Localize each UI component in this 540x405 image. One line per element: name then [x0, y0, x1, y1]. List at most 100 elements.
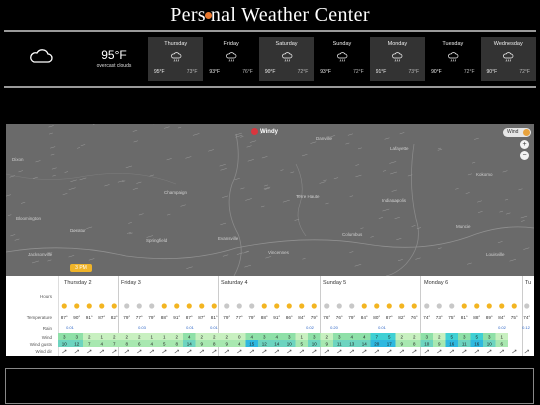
temperature-cell: 79°: [223, 315, 230, 320]
day-high: 90°F: [264, 69, 276, 75]
temperature-cell: 81°: [461, 315, 468, 320]
temperature-cell: 77°: [136, 315, 143, 320]
sun-icon: [174, 303, 180, 309]
day-low: 72°F: [297, 69, 309, 75]
temperature-cell: 80°: [373, 315, 380, 320]
sun-icon: [411, 303, 417, 309]
rain-cell: 0.01: [186, 325, 195, 330]
rain-cell: 0.01: [210, 325, 219, 330]
hourly-grid[interactable]: 87° 90° 91° 87° 82° 79° 77° 79° 88° 91° 87° 87° 81° 7…: [58, 289, 534, 356]
row-label: Wind dir: [35, 349, 52, 354]
city-label: Terre Haute: [296, 194, 320, 199]
sun-icon: [61, 303, 67, 309]
day-header: Friday 3: [121, 280, 141, 286]
temperature-cell: 84°: [298, 315, 305, 320]
wind-arrow-icon: [399, 349, 405, 354]
wind-arrow-icon: [212, 349, 217, 354]
cloud-icon: [436, 303, 442, 309]
temperature-cell: 87°: [186, 315, 193, 320]
day-header: Saturday 4: [221, 280, 248, 286]
temperature-cell: 82°: [111, 315, 118, 320]
time-marker[interactable]: 3 PM: [70, 264, 92, 272]
day-header: Monday 6: [424, 280, 449, 286]
temperature-cell: 79°: [248, 315, 255, 320]
day-name: Thursday: [164, 41, 188, 47]
rain-cloud-icon: [337, 52, 348, 62]
row-label: Temperature: [26, 315, 52, 320]
city-label: Vincennes: [268, 250, 289, 255]
cloud-icon: [236, 303, 242, 309]
gust-cell: 10: [312, 342, 318, 347]
city-label: Jacksonville: [28, 252, 53, 257]
temperature-cell: 84°: [498, 315, 505, 320]
temperature-cell: 74°: [523, 315, 530, 320]
forecast-day: Friday 93°F 76°F: [203, 37, 258, 81]
wind-arrow-icon: [349, 349, 355, 354]
day-header: Thursday 2: [64, 280, 92, 286]
wind-arrow-icon: [374, 349, 380, 354]
sun-icon: [511, 303, 517, 309]
cloud-icon: [249, 303, 255, 309]
city-label: Kokomo: [476, 172, 493, 177]
forecast-day: Thursday 95°F 73°F: [148, 37, 204, 81]
day-low: 76°F: [242, 69, 253, 75]
temperature-cell: 89°: [486, 315, 493, 320]
row-label: Rain: [42, 326, 52, 331]
temperature-cell: 88°: [161, 315, 168, 320]
temperature-cell: 91°: [173, 315, 180, 320]
day-name: Sunday: [332, 41, 352, 47]
wind-arrow-icon: [474, 349, 480, 354]
current-description: overcast clouds: [96, 63, 132, 69]
day-high: 93°F: [209, 69, 221, 75]
windy-map[interactable]: Windy Wind + − Dixon Lafayette Kokomo In…: [6, 124, 534, 276]
temperature-cell: 73°: [436, 315, 443, 320]
temperature-cell: 77°: [236, 315, 243, 320]
wind-arrow-icon: [162, 349, 167, 354]
forecast-day: Sunday 93°F 72°F: [314, 37, 369, 81]
wind-arrow-icon: [224, 349, 230, 354]
zoom-in-button[interactable]: +: [520, 140, 529, 149]
temperature-cell: 75°: [448, 315, 455, 320]
sun-icon: [474, 303, 480, 309]
cloud-icon: [30, 49, 53, 63]
wind-arrow-icon: [449, 349, 455, 354]
current-temperature: 95°F: [101, 48, 127, 62]
temperature-cell: 76°: [323, 315, 330, 320]
gust-cell: 16: [474, 342, 480, 347]
day-header-row: Thursday 2 Friday 3 Saturday 4 Sunday 5 …: [58, 276, 534, 356]
gust-cell: 14: [274, 342, 280, 347]
day-high: 91°F: [375, 69, 387, 75]
temperature-cell: 79°: [311, 315, 318, 320]
gust-cell: 20: [374, 342, 380, 347]
gust-cell: 12: [262, 342, 268, 347]
wind-arrow-icon: [412, 349, 417, 354]
windy-logo[interactable]: Windy: [251, 128, 278, 135]
rain-cloud-icon: [447, 52, 459, 62]
day-low: 72°F: [353, 69, 364, 75]
wind-arrow-icon: [249, 349, 255, 354]
sun-icon: [399, 303, 405, 309]
gust-cell: 14: [362, 342, 368, 347]
sun-icon: [274, 303, 280, 309]
cloud-icon: [524, 303, 530, 309]
wind-arrow-icon: [99, 349, 105, 354]
wind-arrow-icon: [337, 349, 342, 354]
sun-icon: [99, 303, 105, 309]
rain-cell: 0.01: [66, 325, 75, 330]
city-label: Springfield: [146, 238, 168, 243]
rain-cloud-icon: [392, 52, 403, 62]
sun-icon: [199, 303, 205, 309]
day-high: 90°F: [431, 69, 442, 75]
temperature-cell: 87°: [386, 315, 393, 320]
wind-arrow-icon: [437, 349, 442, 354]
cloud-icon: [336, 303, 342, 309]
zoom-out-button[interactable]: −: [520, 151, 529, 160]
wind-arrow-icon: [499, 349, 505, 354]
rain-cell: 0.01: [378, 325, 387, 330]
layer-selector[interactable]: Wind: [503, 128, 531, 137]
rain-cloud-icon: [503, 52, 514, 62]
cloud-icon: [124, 303, 130, 309]
city-label: Evansville: [218, 236, 239, 241]
row-labels: Hours Temperature Rain Wind Wind gusts W…: [6, 276, 59, 356]
cloud-icon: [136, 303, 142, 309]
